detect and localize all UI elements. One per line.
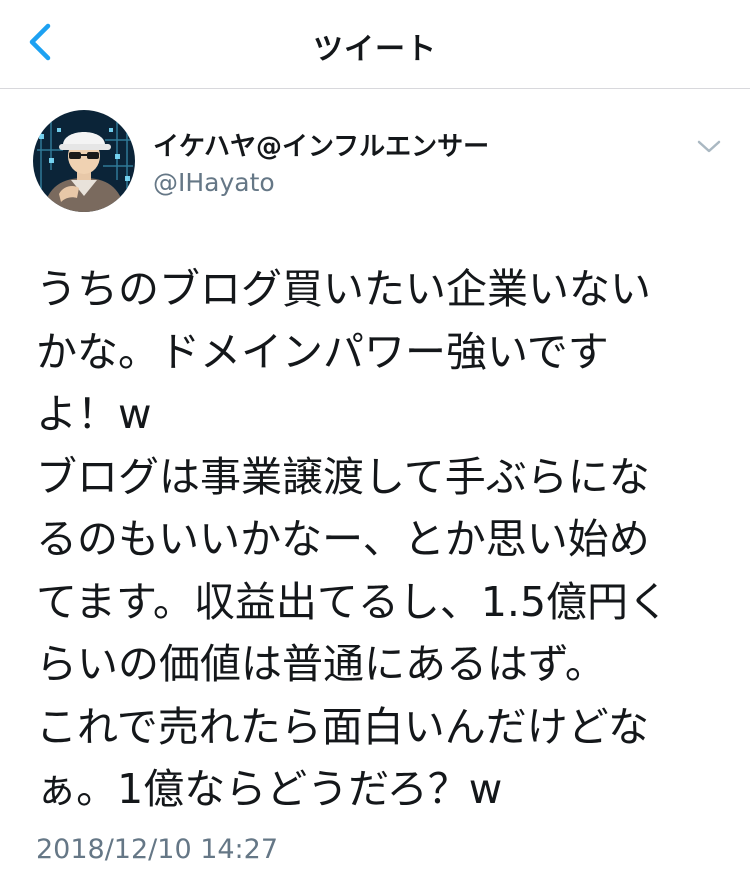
tweet-header: イケハヤ@インフルエンサー @IHayato [0, 88, 750, 228]
tweet-text-line: ぁ。1億ならどうだろ？w [36, 765, 503, 813]
tweet-text-line: かな。ドメインパワー強いです [36, 327, 609, 376]
more-options-button[interactable] [694, 134, 724, 158]
navigation-bar: ツイート [0, 0, 750, 89]
tweet-text-line: るのもいいかなー、とか思い始め [36, 515, 650, 563]
tweet-text-line: よ！w [36, 390, 152, 438]
tweet-timestamp[interactable]: 2018/12/10 14:27 [36, 834, 278, 865]
tweet-text-line: うちのブログ買いたい企業いない [36, 265, 651, 313]
tweet-text-line: これで売れたら面白いんだけどな [36, 702, 649, 751]
chevron-down-icon [697, 140, 721, 153]
tweet-text-line: てます。収益出てるし、1.5億円く [36, 577, 670, 626]
tweet-text-line: らいの価値は普通にあるはず。 [36, 640, 606, 688]
tweet-text: うちのブログ買いたい企業いない かな。ドメインパワー強いです よ！w ブログは事… [36, 258, 726, 821]
avatar[interactable] [33, 110, 135, 212]
display-name[interactable]: イケハヤ@インフルエンサー [153, 126, 489, 163]
page-title: ツイート [313, 32, 437, 67]
tweet-text-line: ブログは事業譲渡して手ぶらにな [36, 452, 650, 501]
username[interactable]: @IHayato [153, 168, 275, 197]
